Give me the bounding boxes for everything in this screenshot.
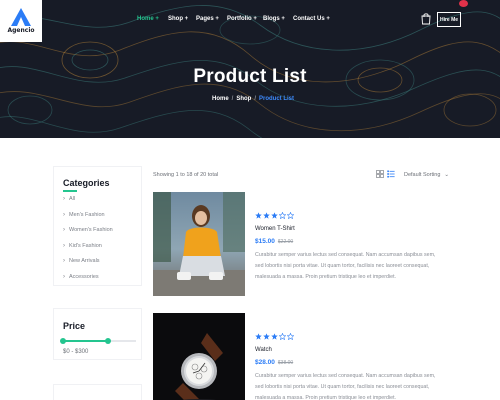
category-accessories[interactable]: › Accessories: [63, 274, 113, 290]
star-empty-icon: [279, 212, 286, 219]
chevron-down-icon: ⌄: [444, 172, 449, 178]
category-womens-fashion[interactable]: › Women's Fashion: [63, 227, 113, 243]
hero-banner: Agencio Home + Shop + Pages + Portfolio …: [0, 0, 500, 138]
category-mens-fashion[interactable]: › Men's Fashion: [63, 212, 113, 228]
breadcrumb-separator: /: [254, 96, 257, 102]
price-slider[interactable]: [60, 338, 136, 344]
old-price: $22.00: [277, 239, 294, 245]
nav-item-home[interactable]: Home +: [137, 16, 159, 22]
star-empty-icon: [287, 212, 294, 219]
breadcrumb-shop[interactable]: Shop: [236, 96, 251, 102]
product-price: $15.00 $22.00: [255, 238, 293, 245]
product-image[interactable]: [153, 192, 245, 296]
breadcrumb: Home / Shop / Product List: [212, 96, 294, 102]
price-title: Price: [63, 321, 86, 331]
logo-icon: [11, 8, 31, 26]
cart-icon[interactable]: [421, 13, 431, 25]
star-filled-icon: [271, 333, 278, 340]
category-label: Men's Fashion: [69, 211, 105, 218]
brand-name: Agencio: [7, 27, 35, 34]
sort-dropdown[interactable]: Default Sorting ⌄: [404, 172, 449, 178]
price-range-text: $0 - $300: [63, 349, 89, 355]
current-price: $15.00: [255, 238, 275, 245]
product-description: Curabitur semper varius lectus sed conse…: [255, 252, 436, 280]
sort-label: Default Sorting: [404, 172, 441, 178]
star-filled-icon: [263, 333, 270, 340]
star-filled-icon: [271, 212, 278, 219]
category-all[interactable]: › All: [63, 196, 113, 212]
product-image[interactable]: [153, 313, 245, 400]
old-price: $38.00: [277, 360, 294, 366]
breadcrumb-home[interactable]: Home: [212, 96, 229, 102]
breadcrumb-separator: /: [231, 96, 234, 102]
star-filled-icon: [263, 212, 270, 219]
category-new-arrivals[interactable]: › New Arrivals: [63, 258, 113, 274]
product-price: $28.00 $38.00: [255, 359, 293, 366]
list-view-icon[interactable]: [387, 170, 395, 178]
category-label: Women's Fashion: [69, 227, 113, 234]
sidebar-widget: [53, 384, 142, 400]
page-title: Product List: [193, 66, 307, 87]
grid-view-icon[interactable]: [376, 170, 384, 178]
product-name[interactable]: Women T-Shirt: [255, 226, 295, 232]
categories-widget: Categories › All › Men's Fashion › Women's …: [53, 166, 142, 286]
price-filter-widget: Price $0 - $300: [53, 308, 142, 360]
categories-title: Categories: [63, 178, 110, 188]
cart-count-badge: [459, 0, 468, 7]
nav-item-contact[interactable]: Contact Us +: [293, 16, 330, 22]
category-kids-fashion[interactable]: › Kid's Fashion: [63, 243, 113, 259]
current-price: $28.00: [255, 359, 275, 366]
product-description: Curabitur semper varius lectus sed conse…: [255, 373, 436, 400]
results-count: Showing 1 to 18 of 20 total: [153, 172, 219, 178]
category-label: New Arrivals: [69, 258, 100, 265]
category-label: All: [69, 196, 76, 202]
price-slider-max-handle[interactable]: [104, 338, 111, 344]
star-filled-icon: [255, 212, 262, 219]
rating-stars: [255, 333, 294, 340]
star-empty-icon: [287, 333, 294, 340]
hire-me-button[interactable]: Hire Me: [437, 12, 461, 27]
title-underline: [63, 190, 77, 192]
breadcrumb-current: Product List: [259, 96, 295, 102]
nav-item-blogs[interactable]: Blogs +: [263, 16, 285, 22]
price-slider-min-handle[interactable]: [60, 338, 66, 344]
star-empty-icon: [279, 333, 286, 340]
rating-stars: [255, 212, 294, 219]
nav-item-portfolio[interactable]: Portfolio +: [227, 16, 257, 22]
category-label: Kid's Fashion: [69, 242, 102, 249]
product-name[interactable]: Watch: [255, 347, 272, 353]
star-filled-icon: [255, 333, 262, 340]
price-slider-fill: [63, 340, 108, 342]
brand-logo[interactable]: Agencio: [0, 0, 42, 42]
nav-item-pages[interactable]: Pages +: [196, 16, 219, 22]
category-list: › All › Men's Fashion › Women's Fashion › Ki…: [63, 196, 113, 290]
category-label: Accessories: [69, 273, 99, 280]
nav-item-shop[interactable]: Shop +: [168, 16, 188, 22]
